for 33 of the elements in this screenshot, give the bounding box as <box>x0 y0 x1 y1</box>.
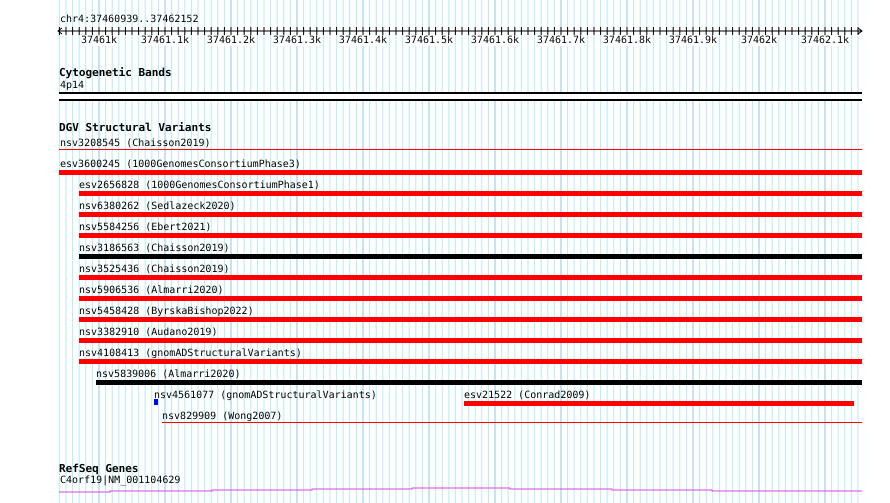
variant-label[interactable]: nsv3186563 (Chaisson2019) <box>79 244 230 254</box>
ruler-tick-label: 37462.1k <box>800 36 850 46</box>
location-label: chr4:37460939..37462152 <box>60 15 198 25</box>
variant-label[interactable]: nsv4561077 (gnomADStructuralVariants) <box>154 391 377 401</box>
ruler-tick-label: 37461.4k <box>338 36 388 46</box>
variant-label[interactable]: nsv3382910 (Audano2019) <box>79 328 218 338</box>
variant-label[interactable]: nsv5906536 (Almarri2020) <box>79 286 224 296</box>
track-title: RefSeq Genes <box>59 463 138 474</box>
ruler-tick-label: 37462k <box>740 36 778 46</box>
variant-label[interactable]: nsv4108413 (gnomADStructuralVariants) <box>79 349 302 359</box>
ruler-tick-label: 37461k <box>80 36 118 46</box>
variant-label[interactable]: nsv829909 (Wong2007) <box>162 412 282 422</box>
variant-label[interactable]: nsv5584256 (Ebert2021) <box>79 223 212 233</box>
variant-label[interactable]: esv2656828 (1000GenomesConsortiumPhase1) <box>79 181 320 191</box>
variant-label[interactable]: esv21522 (Conrad2009) <box>464 391 590 401</box>
variant-label[interactable]: nsv6380262 (Sedlazeck2020) <box>79 202 236 212</box>
ruler-tick-label: 37461.2k <box>206 36 256 46</box>
track-title: Cytogenetic Bands <box>59 67 172 78</box>
variant-label[interactable]: nsv5839006 (Almarri2020) <box>96 370 240 380</box>
track-title: DGV Structural Variants <box>59 122 212 133</box>
ruler-tick-label: 37461.9k <box>668 36 718 46</box>
variant-label[interactable]: nsv5458428 (ByrskaBishop2022) <box>79 307 254 317</box>
ruler-tick-label: 37461.7k <box>536 36 586 46</box>
ruler-tick-label: 37461.1k <box>140 36 190 46</box>
gene-label[interactable]: C4orf19|NM_001104629 <box>60 476 180 486</box>
variant-label[interactable]: nsv3525436 (Chaisson2019) <box>79 265 230 275</box>
variant-label[interactable]: nsv3208545 (Chaisson2019) <box>60 139 211 149</box>
band-label: 4p14 <box>60 81 84 91</box>
variant-label[interactable]: esv3600245 (1000GenomesConsortiumPhase3) <box>60 160 301 170</box>
ruler-tick-label: 37461.3k <box>272 36 322 46</box>
ruler-tick-label: 37461.6k <box>470 36 520 46</box>
ruler-tick-label: 37461.8k <box>602 36 652 46</box>
ruler-tick-label: 37461.5k <box>404 36 454 46</box>
